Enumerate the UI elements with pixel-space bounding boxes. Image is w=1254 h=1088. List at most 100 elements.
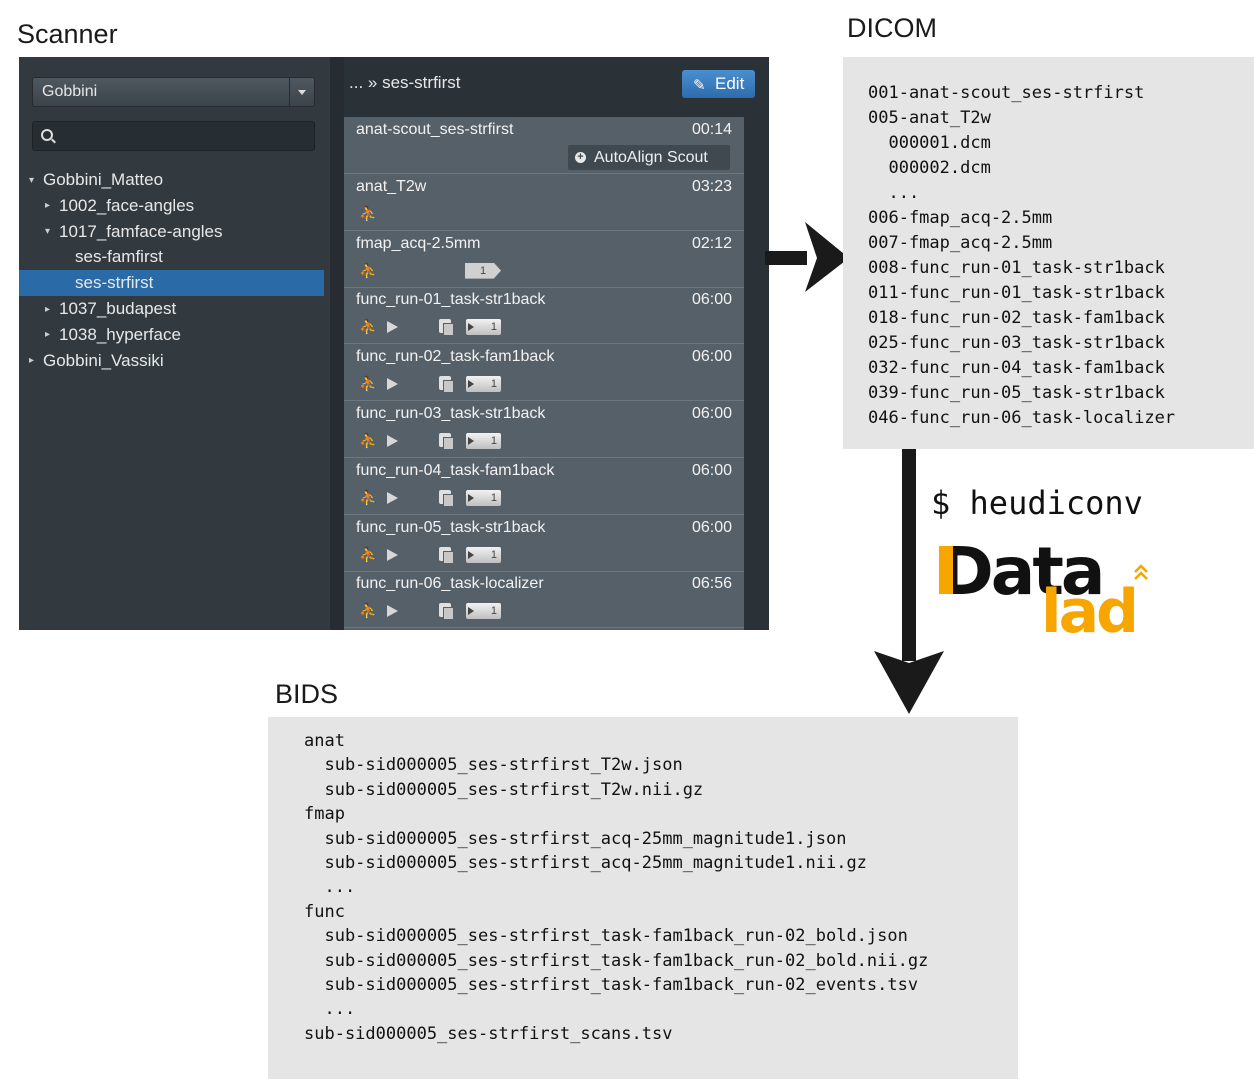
patient-run-icon: ⛹ [359, 205, 378, 223]
play-icon[interactable] [387, 491, 398, 504]
collapse-arrow-icon[interactable]: ▸ [45, 193, 59, 219]
dicom-line: 001-anat-scout_ses-strfirst [868, 83, 1145, 103]
protocol-row[interactable]: fmap_acq-2.5mm 02:12 ⛹ 1 [344, 231, 744, 288]
protocol-duration: 06:56 [691, 575, 732, 593]
autoalign-label: AutoAlign Scout [594, 149, 708, 166]
protocol-duration: 02:12 [691, 234, 732, 252]
dicom-line: 011-func_run-01_task-str1back [868, 283, 1165, 303]
bids-line: sub-sid000005_ses-strfirst_acq-25mm_magn… [304, 853, 867, 873]
bids-line: fmap [304, 804, 345, 825]
protocol-row[interactable]: func_run-01_task-str1back 06:00 ⛹ 1 [344, 287, 744, 345]
breadcrumb: ... » ses-strfirst [349, 73, 461, 92]
copy-icon[interactable] [439, 489, 454, 507]
arrow-right-icon [765, 222, 849, 292]
tree-item-label: Gobbini_Matteo [43, 170, 164, 189]
heudiconv-command: $ heudiconv [931, 484, 1143, 522]
play-icon[interactable] [387, 435, 398, 447]
step-badge-count: 1 [490, 378, 497, 391]
tree-item[interactable]: ses-strfirst [19, 270, 324, 297]
dicom-line: 000001.dcm [868, 133, 991, 153]
pane-splitter[interactable] [330, 57, 344, 630]
search-input[interactable] [32, 121, 315, 151]
bids-line: ... [304, 877, 356, 898]
step-badge-icon: 1 [466, 376, 501, 393]
bids-line: func [304, 901, 345, 922]
protocol-name: anat-scout_ses-strfirst [356, 121, 514, 138]
step-badge-count: 1 [490, 491, 497, 504]
protocol-name: func_run-04_task-fam1back [356, 461, 555, 479]
dicom-line: 018-func_run-02_task-fam1back [868, 308, 1165, 328]
protocol-name: func_run-05_task-str1back [356, 518, 546, 536]
protocol-row[interactable]: anat_T2w 03:23 ⛹ [344, 174, 744, 231]
plus-circle-icon: + [575, 152, 586, 163]
step-badge-count: 1 [490, 321, 497, 334]
tree-item[interactable]: ▸ 1002_face-angles [19, 193, 324, 219]
bids-line: sub-sid000005_ses-strfirst_task-fam1back… [304, 950, 929, 971]
expand-arrow-icon[interactable]: ▾ [29, 168, 43, 194]
tree-item[interactable]: ▸ 1038_hyperface [19, 322, 324, 348]
protocol-duration: 06:00 [691, 348, 732, 366]
copy-icon[interactable] [439, 546, 454, 564]
protocol-name: func_run-06_task-localizer [356, 575, 544, 593]
protocol-row[interactable]: func_run-05_task-str1back 06:00 ⛹ 1 [344, 515, 744, 572]
dicom-line: 007-fmap_acq-2.5mm [868, 233, 1053, 253]
patient-run-icon: ⛹ [359, 489, 378, 507]
bids-line: ... [304, 999, 356, 1020]
bids-line: sub-sid000005_ses-strfirst_T2w.json [304, 755, 683, 776]
protocol-row[interactable]: func_run-03_task-str1back 06:00 ⛹ 1 [344, 401, 744, 458]
protocol-row[interactable]: func_run-02_task-fam1back 06:00 ⛹ 1 [344, 344, 744, 402]
protocol-duration: 00:14 [691, 121, 732, 138]
dropdown-value: Gobbini [42, 83, 98, 100]
tree-item[interactable]: ▾ 1017_famface-angles [19, 219, 324, 245]
protocol-row[interactable]: func_run-04_task-fam1back 06:00 ⛹ 1 [344, 458, 744, 515]
copy-icon[interactable] [439, 433, 454, 450]
protocol-row[interactable]: func_run-06_task-localizer 06:56 ⛹ 1 [344, 571, 744, 629]
play-icon[interactable] [387, 548, 398, 561]
protocol-duration: 06:00 [691, 405, 732, 422]
bids-line: sub-sid000005_ses-strfirst_task-fam1back… [304, 926, 908, 947]
copy-icon[interactable] [439, 319, 454, 337]
expand-arrow-icon[interactable]: ▾ [45, 219, 59, 245]
copy-icon[interactable] [439, 376, 454, 394]
logo-word-lad: lad [1041, 577, 1136, 636]
edit-button[interactable]: ✎ Edit [682, 70, 755, 98]
bids-title: BIDS [275, 679, 339, 709]
protocol-duration: 06:00 [691, 291, 732, 309]
collapse-arrow-icon[interactable]: ▸ [29, 348, 43, 374]
protocol-name: func_run-02_task-fam1back [356, 348, 555, 366]
subject-dropdown[interactable]: Gobbini [32, 77, 315, 107]
step-badge-icon: 1 [465, 262, 501, 279]
dicom-title: DICOM [847, 13, 937, 43]
protocol-row[interactable]: anat-scout_ses-strfirst 00:14 + AutoAlign S… [344, 117, 744, 174]
protocol-name: func_run-03_task-str1back [356, 405, 546, 422]
protocol-name: func_run-01_task-str1back [356, 291, 546, 309]
dicom-line: 046-func_run-06_task-localizer [868, 408, 1176, 428]
play-icon[interactable] [387, 605, 398, 618]
bids-line: anat [304, 731, 345, 751]
copy-icon[interactable] [439, 603, 454, 621]
patient-run-icon: ⛹ [359, 546, 378, 564]
dicom-line: 008-func_run-01_task-str1back [868, 258, 1165, 278]
patient-run-icon: ⛹ [359, 603, 378, 621]
patient-run-icon: ⛹ [359, 262, 378, 280]
dicom-line: ... [868, 183, 920, 203]
tree-item[interactable]: ▸ 1037_budapest [19, 296, 324, 322]
step-badge-icon: 1 [466, 603, 501, 620]
tree-item[interactable]: ses-famfirst [19, 244, 324, 270]
chevron-down-icon[interactable] [289, 78, 314, 106]
step-badge-count: 1 [490, 605, 497, 618]
tree-item-label: ses-strfirst [75, 273, 154, 293]
autoalign-scout-button[interactable]: + AutoAlign Scout [568, 145, 730, 170]
play-icon[interactable] [387, 321, 398, 334]
collapse-arrow-icon[interactable]: ▸ [45, 322, 59, 348]
play-icon[interactable] [387, 378, 398, 391]
collapse-arrow-icon[interactable]: ▸ [45, 297, 59, 323]
patient-run-icon: ⛹ [359, 433, 378, 450]
tree-item-label: 1017_famface-angles [59, 221, 223, 241]
tree-item-label: 1037_budapest [59, 299, 177, 318]
dicom-line: 025-func_run-03_task-str1back [868, 333, 1165, 353]
tree-item[interactable]: ▾ Gobbini_Matteo [19, 167, 324, 193]
tree-item[interactable]: ▸ Gobbini_Vassiki [19, 348, 324, 374]
protocol-list: anat-scout_ses-strfirst 00:14 + AutoAlign S… [344, 117, 744, 630]
dicom-line: 000002.dcm [868, 158, 991, 178]
